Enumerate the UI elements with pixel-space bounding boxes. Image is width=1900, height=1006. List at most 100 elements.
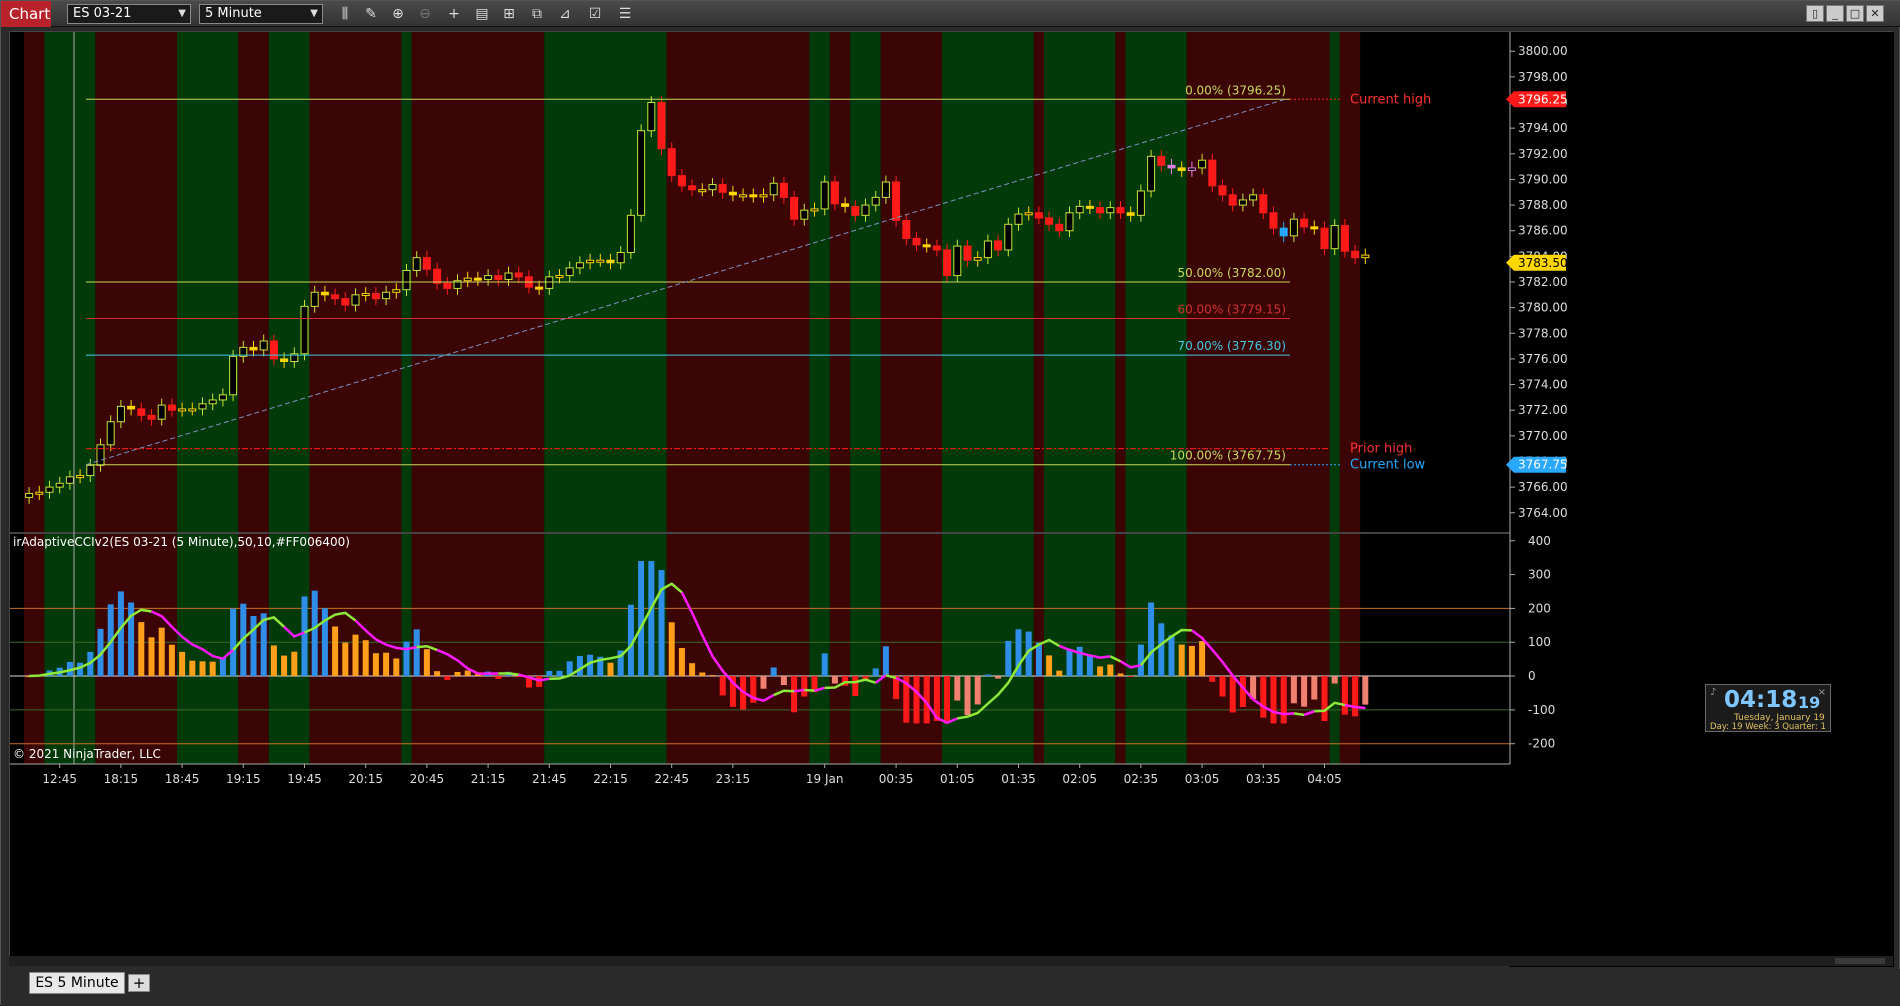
chevron-down-icon: ▼: [310, 8, 318, 19]
zoom-in-icon[interactable]: ⊕: [387, 4, 409, 24]
cci-histogram-bar: [954, 676, 961, 701]
candle-body: [484, 275, 493, 280]
time-tick-label: 21:45: [532, 772, 567, 786]
time-tick-label: 22:45: [654, 772, 689, 786]
crosshair-icon[interactable]: +: [443, 4, 465, 24]
candle-body: [820, 181, 829, 210]
cci-histogram-bar: [1352, 676, 1359, 717]
candle-body: [1218, 185, 1227, 196]
indicator-tick-label: 200: [1528, 601, 1551, 615]
cci-histogram-bar: [872, 668, 879, 677]
cci-histogram-bar: [1107, 664, 1114, 677]
cci-histogram-bar: [1005, 640, 1012, 677]
minimize-icon[interactable]: _: [1826, 5, 1844, 22]
candle-body: [106, 421, 115, 446]
candle-body: [269, 340, 278, 360]
candle-body: [229, 355, 238, 396]
candle-body: [973, 257, 982, 261]
candle-body: [728, 191, 737, 196]
add-tab-button[interactable]: +: [128, 974, 150, 992]
candle-body: [881, 181, 890, 198]
candle-body: [65, 476, 74, 484]
candle-body: [198, 403, 207, 410]
chart-trader-icon[interactable]: ⊿: [554, 4, 576, 24]
price-tick-label: 3788.00: [1518, 198, 1568, 212]
candle-body: [1259, 194, 1268, 214]
tab-es-5-minute[interactable]: ES 5 Minute: [29, 972, 125, 994]
zoom-out-icon[interactable]: ⊖: [414, 4, 436, 24]
menu-list-icon[interactable]: ☰: [614, 4, 636, 24]
data-box-icon[interactable]: ▤: [471, 4, 493, 24]
cci-histogram-bar: [831, 676, 838, 684]
time-tick-label: 12:45: [42, 772, 77, 786]
time-tick-label: 02:05: [1062, 772, 1097, 786]
drawing-tool-icon[interactable]: ✎: [360, 4, 382, 24]
candle-body: [147, 414, 156, 420]
candle-body: [371, 293, 380, 300]
candle-body: [861, 204, 870, 216]
cci-signal-line: [804, 688, 815, 692]
candle-body: [137, 408, 146, 416]
candle-body: [565, 267, 574, 277]
candle-body: [35, 491, 44, 495]
chart-menu-button[interactable]: Chart: [1, 1, 51, 27]
candle-body: [1198, 159, 1207, 169]
indicator-tick-label: 300: [1528, 568, 1551, 582]
candle-body: [341, 298, 350, 306]
candle-body: [1269, 212, 1278, 229]
trend-band: [1329, 534, 1340, 764]
close-icon[interactable]: ✕: [1866, 5, 1884, 22]
horizontal-scrollbar[interactable]: [9, 956, 1893, 966]
candle-body: [1004, 223, 1013, 251]
maximize-icon[interactable]: □: [1846, 5, 1864, 22]
cci-histogram-bar: [1035, 642, 1042, 677]
candle-body: [320, 291, 329, 296]
cci-histogram-bar: [464, 670, 471, 677]
candle-body: [1187, 167, 1196, 171]
cci-histogram-bar: [219, 657, 226, 677]
indicator-tick-label: -200: [1528, 737, 1555, 751]
candle-body: [932, 245, 941, 251]
cci-histogram-bar: [1341, 676, 1348, 715]
candle-body: [851, 205, 860, 216]
candle-body: [657, 102, 666, 150]
instrument-selector[interactable]: ES 03-21 ▼: [67, 4, 191, 24]
strategies-icon[interactable]: ⧉: [526, 4, 548, 24]
candle-body: [1320, 227, 1329, 250]
cci-histogram-bar: [342, 642, 349, 677]
chart-panel[interactable]: 0.00% (3796.25) 50.00% (3782.00) 60.00% (3…: [9, 31, 1894, 967]
tile-icon[interactable]: ▯: [1806, 5, 1824, 22]
current-high-label: Current high: [1350, 92, 1431, 107]
cci-histogram-bar: [301, 596, 308, 677]
price-tick-label: 3794.00: [1518, 121, 1568, 135]
scroll-thumb[interactable]: [1835, 958, 1885, 964]
indicator-tick-label: 100: [1528, 635, 1551, 649]
candle-body: [218, 394, 227, 401]
bars-type-icon[interactable]: ⫼: [334, 4, 356, 24]
trend-band: [95, 534, 177, 764]
cci-histogram-bar: [372, 653, 379, 677]
time-tick-label: 19:45: [287, 772, 322, 786]
fib-level-label: 70.00% (3776.30): [1177, 339, 1286, 353]
cci-histogram-bar: [974, 676, 981, 705]
interval-selector[interactable]: 5 Minute ▼: [199, 4, 323, 24]
cci-histogram-bar: [434, 671, 441, 677]
candle-body: [249, 346, 258, 351]
time-tick-label: 19 Jan: [806, 772, 844, 786]
indicators-icon[interactable]: ⊞: [498, 4, 520, 24]
cci-histogram-bar: [495, 676, 502, 679]
trend-band: [1329, 32, 1340, 532]
price-marker-last-label: 3783.50: [1518, 256, 1568, 270]
candle-body: [25, 493, 34, 498]
properties-icon[interactable]: ☑: [584, 4, 606, 24]
candle-body: [535, 286, 544, 290]
candle-body: [422, 257, 431, 270]
clock-time: 04:18: [1724, 687, 1798, 713]
candle-body: [157, 404, 166, 420]
price-chart-svg[interactable]: 0.00% (3796.25) 50.00% (3782.00) 60.00% (3…: [10, 32, 1894, 967]
time-tick-label: 03:05: [1185, 772, 1220, 786]
candle-body: [514, 272, 523, 278]
copyright-text: © 2021 NinjaTrader, LLC: [13, 747, 161, 761]
cci-histogram-bar: [689, 663, 696, 677]
cci-histogram-bar: [1199, 641, 1206, 677]
